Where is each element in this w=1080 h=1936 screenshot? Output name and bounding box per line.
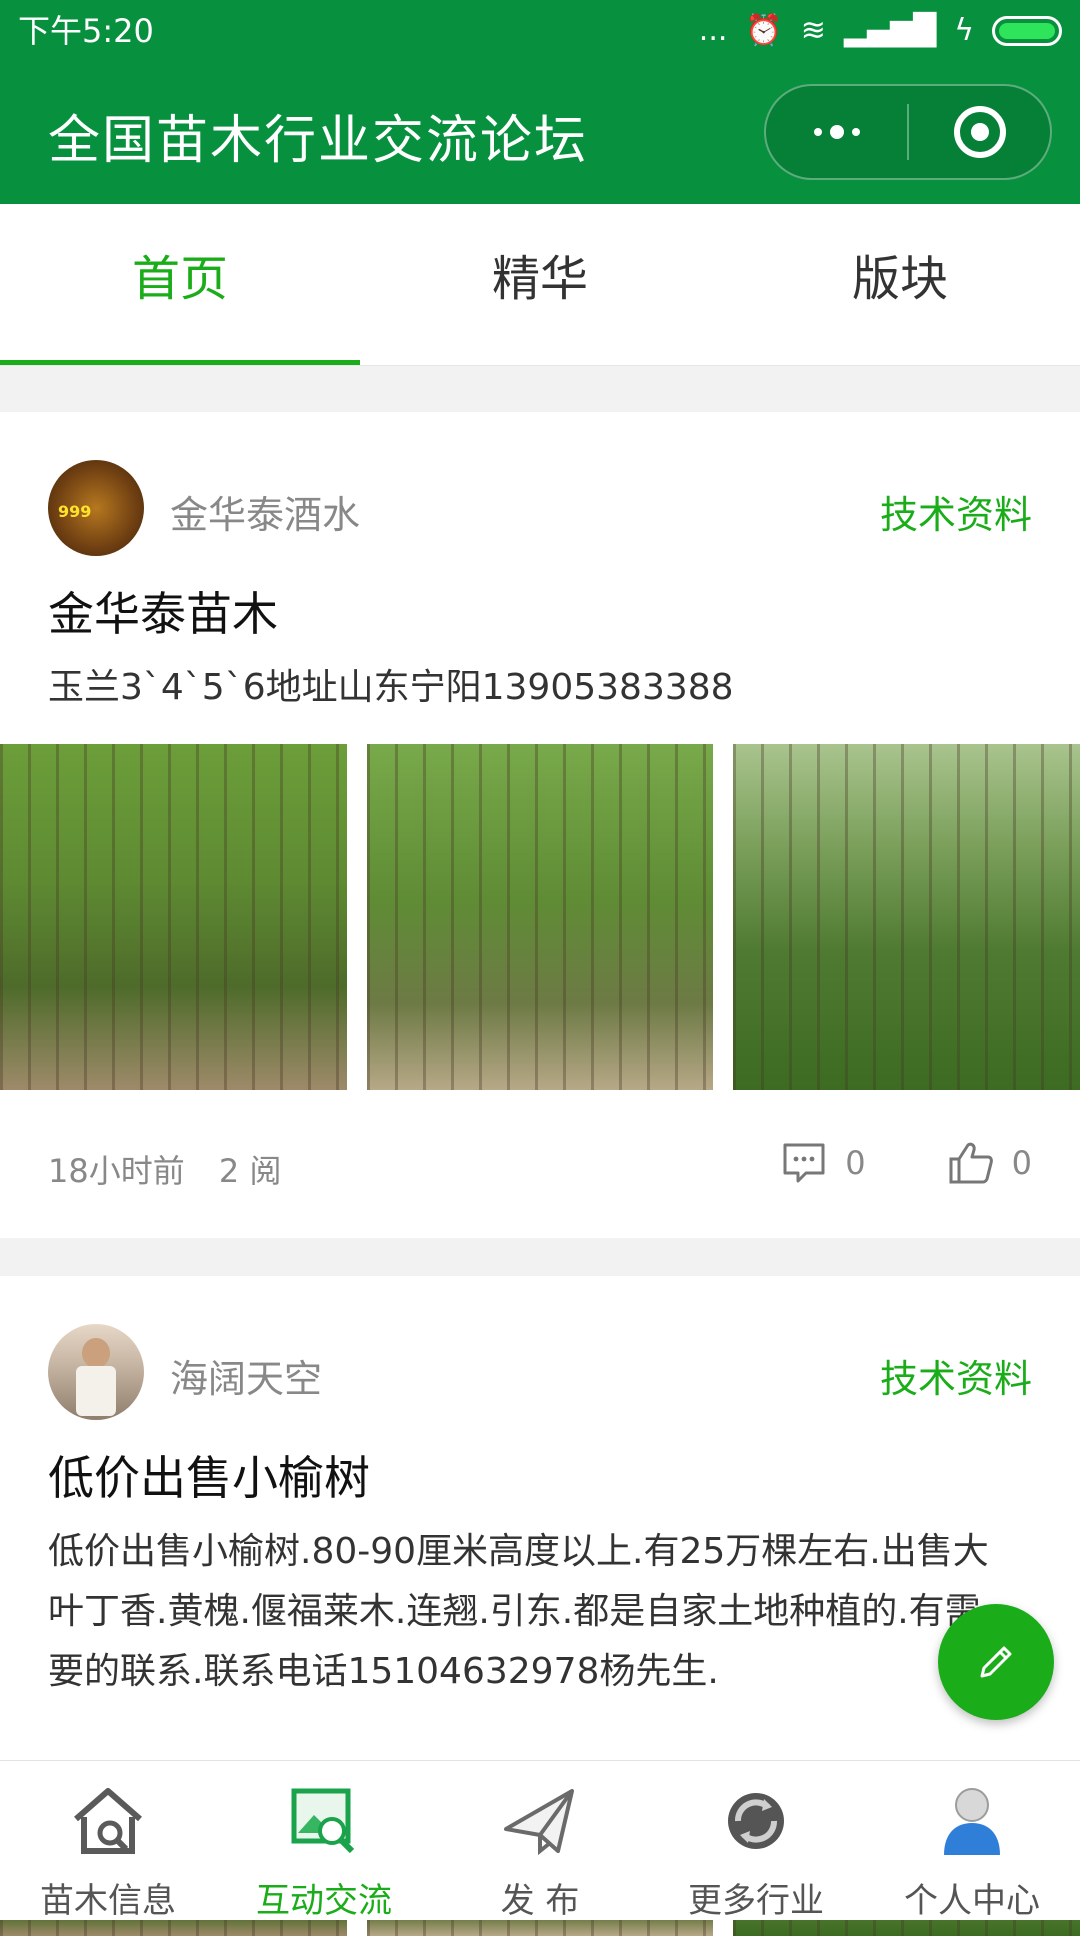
close-mini-program-button[interactable] <box>909 86 1050 178</box>
post-feed: 999 金华泰酒水 技术资料 金华泰苗木 玉兰3`4`5`6地址山东宁阳1390… <box>0 412 1080 1936</box>
like-icon[interactable] <box>948 1140 994 1186</box>
recycle-icon <box>728 1793 784 1849</box>
wifi-icon: ≋ <box>800 13 826 48</box>
post-image[interactable] <box>366 744 714 1090</box>
tab-featured[interactable]: 精华 <box>360 204 720 365</box>
post-body: 玉兰3`4`5`6地址山东宁阳13905383388 <box>48 667 734 708</box>
post-author[interactable]: 金华泰酒水 <box>170 484 360 539</box>
tab-home[interactable]: 首页 <box>0 204 360 365</box>
nav-more-industries[interactable]: 更多行业 <box>648 1761 864 1921</box>
post-title: 金华泰苗木 <box>48 587 278 641</box>
post-actions: 0 0 <box>781 1140 1032 1186</box>
post-time: 18小时前 <box>48 1152 185 1190</box>
post-author[interactable]: 海阔天空 <box>170 1348 322 1403</box>
post-title: 低价出售小榆树 <box>48 1451 370 1505</box>
post-image[interactable] <box>733 744 1080 1090</box>
top-tabs: 首页 精华 版块 <box>0 204 1080 366</box>
target-icon <box>953 106 1006 158</box>
nav-label: 互动交流 <box>256 1881 392 1921</box>
status-time: 下午5:20 <box>18 12 154 50</box>
status-bar: 下午5:20 ... ⏰ ≋ ▂▄▆█ ϟ <box>0 0 1080 62</box>
bottom-nav: 苗木信息 互动交流 发 布 更多行业 个人中心 <box>0 1760 1080 1921</box>
alarm-icon: ⏰ <box>745 13 783 48</box>
nav-label: 发 布 <box>500 1881 580 1921</box>
battery-icon <box>992 16 1062 46</box>
post-images <box>0 744 1080 1090</box>
image-search-icon <box>291 1788 355 1854</box>
tab-sections[interactable]: 版块 <box>720 204 1080 365</box>
signal-icon: ▂▄▆█ <box>843 13 937 48</box>
compose-button[interactable] <box>938 1604 1054 1720</box>
pencil-icon <box>980 1646 1012 1678</box>
charging-icon: ϟ <box>954 13 974 48</box>
user-icon <box>944 1788 1000 1855</box>
nav-label: 个人中心 <box>904 1881 1040 1921</box>
more-dots-icon: ... <box>698 13 728 48</box>
app-title: 全国苗木行业交流论坛 <box>48 111 589 171</box>
post-image[interactable] <box>0 744 347 1090</box>
nav-publish[interactable]: 发 布 <box>432 1761 648 1921</box>
post-body: 低价出售小榆树.80-90厘米高度以上.有25万棵左右.出售大叶丁香.黄槐.偃福… <box>48 1531 989 1692</box>
more-menu-button[interactable] <box>766 86 907 178</box>
more-dots-icon <box>813 125 860 139</box>
nav-interaction[interactable]: 互动交流 <box>216 1761 432 1921</box>
paper-plane-icon <box>504 1789 574 1856</box>
post-category[interactable]: 技术资料 <box>880 484 1032 539</box>
avatar-badge-text: 999 <box>58 502 92 521</box>
post-reads: 2 阅 <box>218 1152 282 1190</box>
title-bar: 下午5:20 ... ⏰ ≋ ▂▄▆█ ϟ 全国苗木行业交流论坛 <box>0 0 1080 204</box>
status-icons: ... ⏰ ≋ ▂▄▆█ ϟ <box>699 0 1062 62</box>
house-search-icon <box>74 1788 142 1854</box>
post-meta: 18小时前 2 阅 <box>48 1146 305 1192</box>
post-card[interactable]: 999 金华泰酒水 技术资料 金华泰苗木 玉兰3`4`5`6地址山东宁阳1390… <box>0 412 1080 1238</box>
avatar[interactable]: 999 <box>48 460 144 556</box>
mini-program-capsule <box>764 84 1052 180</box>
avatar[interactable] <box>48 1324 144 1420</box>
post-category[interactable]: 技术资料 <box>880 1348 1032 1403</box>
comment-count: 0 <box>845 1144 866 1182</box>
nav-profile[interactable]: 个人中心 <box>864 1761 1080 1921</box>
like-count: 0 <box>1011 1144 1032 1182</box>
nav-label: 苗木信息 <box>40 1881 176 1921</box>
comment-icon[interactable] <box>781 1140 827 1186</box>
nav-seedling-info[interactable]: 苗木信息 <box>0 1761 216 1921</box>
nav-label: 更多行业 <box>688 1881 824 1921</box>
